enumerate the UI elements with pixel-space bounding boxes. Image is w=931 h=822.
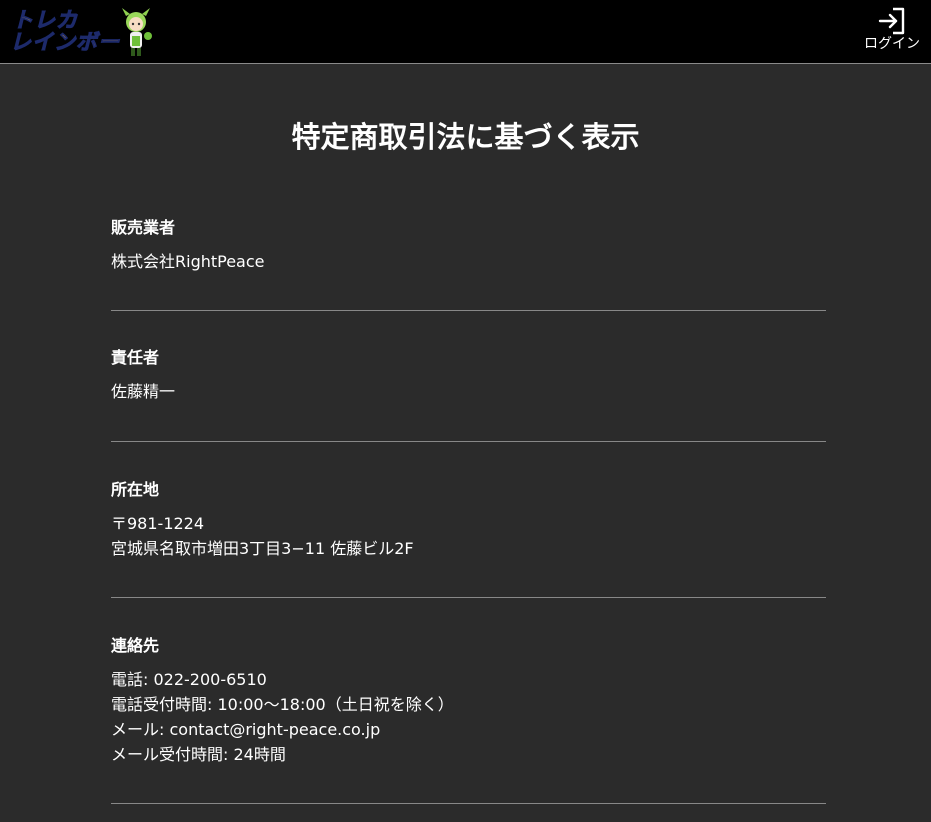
section-body: 電話: 022-200-6510 電話受付時間: 10:00〜18:00（土日祝… [111, 667, 826, 767]
section-line: 電話受付時間: 10:00〜18:00（土日祝を除く） [111, 695, 454, 714]
section-line: 〒981-1224 [111, 514, 205, 533]
section-title: 販売業者 [111, 218, 176, 237]
logo-text-bottom: レインボー [10, 30, 120, 54]
section-line[interactable]: メール: contact@right-peace.co.jp [111, 717, 826, 742]
section-line: 宮城県名取市増田3丁目3−11 佐藤ビル2F [111, 539, 414, 558]
section-line: 電話: 022-200-6510 [111, 670, 267, 689]
section-title: 責任者 [111, 348, 160, 367]
section-line: 佐藤精一 [111, 382, 176, 401]
site-logo[interactable]: トレカ レインボー [10, 6, 152, 58]
section-line: 株式会社RightPeace [111, 252, 265, 271]
section-contact: 連絡先 電話: 022-200-6510 電話受付時間: 10:00〜18:00… [111, 635, 826, 804]
section-title: 所在地 [111, 480, 160, 499]
site-header: トレカ レインボー ログイン [0, 0, 931, 64]
section-body: 佐藤精一 [111, 379, 826, 404]
section-line: メール受付時間: 24時間 [111, 745, 286, 764]
logo-text-top: トレカ [12, 8, 78, 32]
page-title: 特定商取引法に基づく表示 [291, 120, 640, 154]
mascot-icon [122, 8, 152, 56]
login-button[interactable]: ログイン [862, 6, 922, 56]
section-seller: 販売業者 株式会社RightPeace [111, 217, 826, 311]
login-icon [878, 7, 905, 35]
section-body: 〒981-1224 宮城県名取市増田3丁目3−11 佐藤ビル2F [111, 511, 826, 561]
section-body: 株式会社RightPeace [111, 249, 826, 274]
section-title: 連絡先 [111, 636, 160, 655]
section-responsible: 責任者 佐藤精一 [111, 347, 826, 442]
section-address: 所在地 〒981-1224 宮城県名取市増田3丁目3−11 佐藤ビル2F [111, 479, 826, 598]
login-label: ログイン [864, 36, 920, 52]
